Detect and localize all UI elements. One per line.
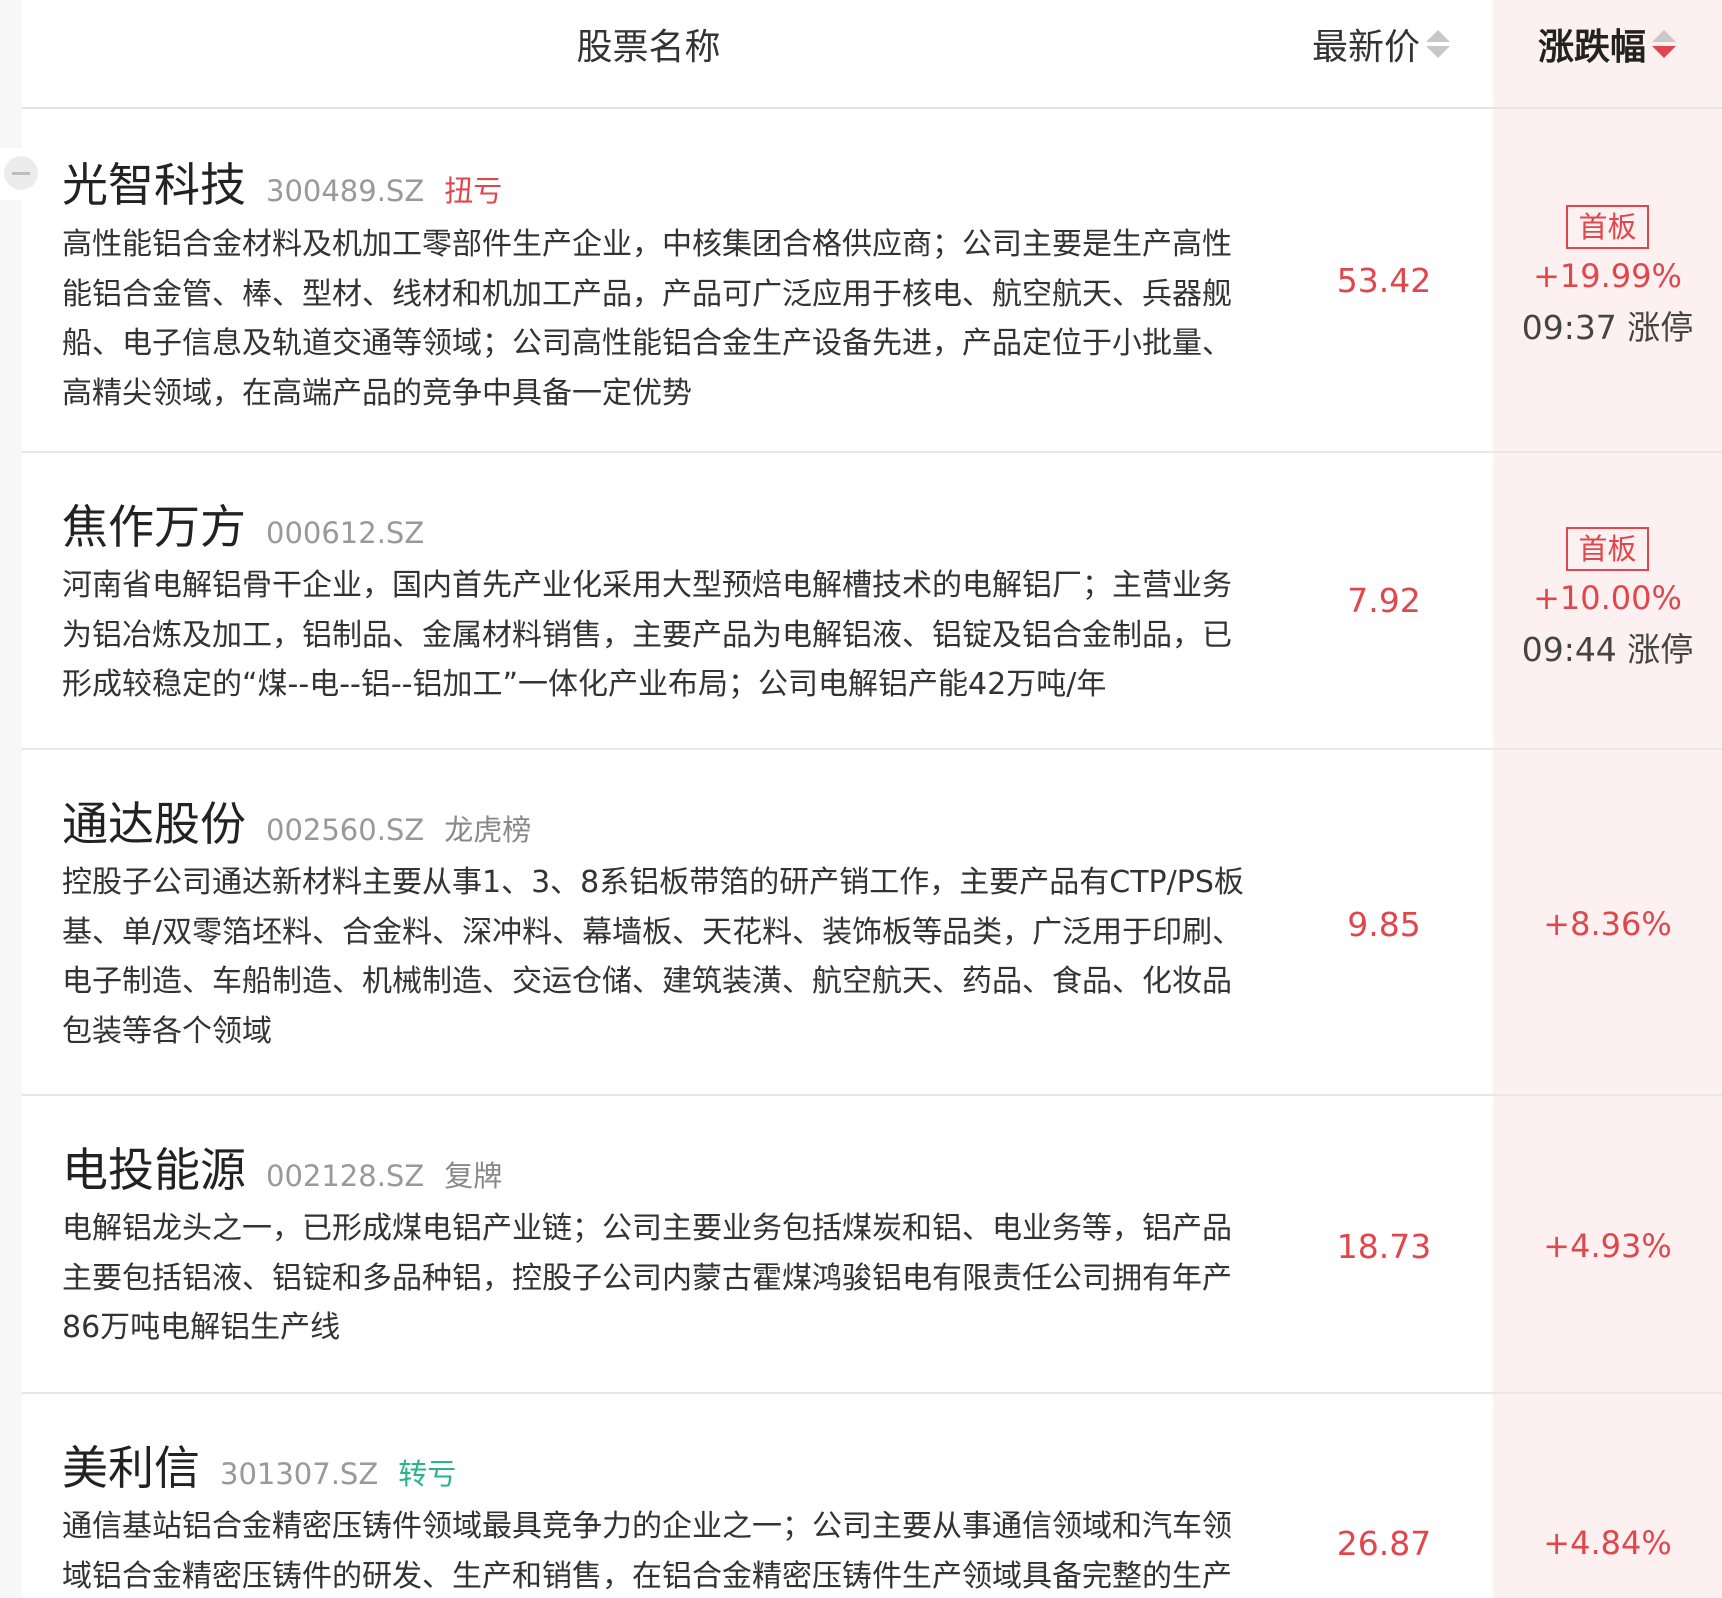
stock-title-line: 美利信 301307.SZ 转亏	[62, 1432, 456, 1498]
header-latest-price-label: 最新价	[1312, 27, 1421, 68]
sort-up-icon	[1426, 30, 1451, 42]
table-row[interactable]: 美利信 301307.SZ 转亏 通信基站铝合金精密压铸件领域最具竞争力的企业之…	[22, 1394, 1722, 1598]
stock-name[interactable]: 美利信	[62, 1432, 200, 1498]
stock-change: +4.84%	[1543, 1524, 1672, 1562]
stock-code: 301307.SZ	[220, 1457, 379, 1491]
stock-title-line: 焦作万方 000612.SZ	[62, 491, 424, 557]
stock-change: +10.00%	[1533, 579, 1682, 617]
table-row[interactable]: 焦作万方 000612.SZ 河南省电解铝骨干企业，国内首先产业化采用大型预焙电…	[22, 453, 1722, 750]
stock-change-block: +4.84%	[1493, 1524, 1722, 1562]
sort-arrows-active-icon	[1652, 30, 1677, 58]
stock-change: +19.99%	[1533, 257, 1682, 295]
stock-code: 000612.SZ	[266, 516, 425, 550]
stock-name[interactable]: 通达股份	[62, 788, 246, 854]
stock-price: 26.87	[1336, 1524, 1432, 1563]
board-badge: 首板	[1566, 527, 1649, 571]
stock-price: 53.42	[1336, 261, 1432, 300]
limit-up-time: 09:44 涨停	[1521, 630, 1694, 669]
stock-code: 002128.SZ	[266, 1159, 425, 1193]
stock-change: +4.93%	[1543, 1227, 1672, 1265]
stock-table: 股票名称 最新价 涨跌幅 光智科技 300489.SZ 扭亏 高性能铝合金材料及…	[22, 0, 1722, 1598]
sort-arrows-icon	[1426, 30, 1451, 58]
stock-code: 300489.SZ	[266, 174, 425, 208]
stock-price: 9.85	[1347, 905, 1421, 944]
header-change-label: 涨跌幅	[1538, 27, 1647, 68]
stock-description: 通信基站铝合金精密压铸件领域最具竞争力的企业之一；公司主要从事通信领域和汽车领域…	[62, 1509, 1232, 1594]
stock-description: 电解铝龙头之一，已形成煤电铝产业链；公司主要业务包括煤炭和铝、电业务等，铝产品主…	[62, 1211, 1232, 1345]
table-row[interactable]: 光智科技 300489.SZ 扭亏 高性能铝合金材料及机加工零部件生产企业，中核…	[22, 109, 1722, 453]
limit-up-time: 09:37 涨停	[1521, 308, 1694, 347]
sort-down-active-icon	[1652, 46, 1677, 58]
stock-tag: 扭亏	[444, 174, 503, 208]
stock-tag: 龙虎榜	[444, 813, 532, 847]
sort-up-icon	[1652, 30, 1677, 42]
stock-description: 河南省电解铝骨干企业，国内首先产业化采用大型预焙电解槽技术的电解铝厂；主营业务为…	[62, 568, 1232, 702]
stock-list-page: 股票名称 最新价 涨跌幅 光智科技 300489.SZ 扭亏 高性能铝合金材料及…	[0, 0, 1722, 1598]
board-badge: 首板	[1566, 205, 1649, 249]
stock-price: 7.92	[1347, 581, 1421, 620]
stock-change-block: +8.36%	[1493, 905, 1722, 943]
stock-name[interactable]: 焦作万方	[62, 491, 246, 557]
stock-tag: 复牌	[444, 1159, 503, 1193]
stock-title-line: 光智科技 300489.SZ 扭亏	[62, 149, 502, 215]
stock-description: 高性能铝合金材料及机加工零部件生产企业，中核集团合格供应商；公司主要是生产高性能…	[62, 227, 1232, 411]
table-row[interactable]: 通达股份 002560.SZ 龙虎榜 控股子公司通达新材料主要从事1、3、8系铝…	[22, 750, 1722, 1096]
stock-tag: 转亏	[398, 1457, 457, 1491]
sort-down-icon	[1426, 46, 1451, 58]
collapse-minus-icon[interactable]	[4, 156, 38, 190]
stock-price: 18.73	[1336, 1227, 1432, 1266]
stock-description: 控股子公司通达新材料主要从事1、3、8系铝板带箔的研产销工作，主要产品有CTP/…	[62, 865, 1244, 1049]
table-row[interactable]: 电投能源 002128.SZ 复牌 电解铝龙头之一，已形成煤电铝产业链；公司主要…	[22, 1096, 1722, 1394]
stock-change-block: 首板 +10.00% 09:44 涨停	[1493, 527, 1722, 671]
stock-change-block: +4.93%	[1493, 1227, 1722, 1265]
stock-title-line: 通达股份 002560.SZ 龙虎榜	[62, 788, 531, 854]
header-latest-price-sort[interactable]: 最新价	[1312, 18, 1451, 70]
stock-change: +8.36%	[1543, 905, 1672, 943]
stock-name[interactable]: 光智科技	[62, 149, 246, 215]
header-stock-name: 股票名称	[576, 27, 721, 68]
stock-title-line: 电投能源 002128.SZ 复牌	[62, 1134, 502, 1200]
table-header: 股票名称 最新价 涨跌幅	[22, 0, 1722, 109]
stock-change-block: 首板 +19.99% 09:37 涨停	[1493, 205, 1722, 349]
stock-name[interactable]: 电投能源	[62, 1134, 246, 1200]
stock-code: 002560.SZ	[266, 813, 425, 847]
header-change-sort[interactable]: 涨跌幅	[1538, 18, 1677, 70]
